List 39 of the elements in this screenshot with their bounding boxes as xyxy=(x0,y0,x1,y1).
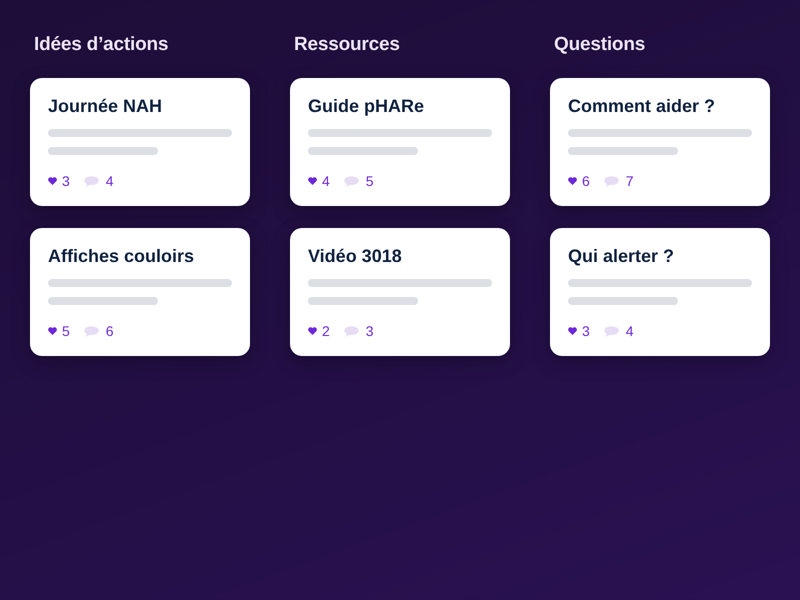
speech-bubble-icon xyxy=(604,176,619,186)
card-title: Journée NAH xyxy=(48,95,164,117)
heart-icon xyxy=(48,327,57,335)
speech-bubble-icon xyxy=(84,326,99,336)
idea-card[interactable]: Journée NAH 3 4 xyxy=(30,78,250,206)
idea-card[interactable]: Comment aider ? 6 7 xyxy=(550,78,770,206)
speech-bubble-icon xyxy=(84,176,99,186)
idea-card[interactable]: Qui alerter ? 3 4 xyxy=(550,228,770,356)
like-count: 5 xyxy=(62,323,70,339)
idea-card[interactable]: Guide pHARe 4 5 xyxy=(290,78,510,206)
like-count: 3 xyxy=(62,173,70,189)
speech-bubble-icon xyxy=(344,326,359,336)
speech-bubble-icon xyxy=(344,176,359,186)
like-count: 3 xyxy=(582,323,590,339)
comment-count: 4 xyxy=(106,173,114,189)
card-title: Affiches couloirs xyxy=(48,245,196,267)
comment-count: 5 xyxy=(366,173,374,189)
heart-icon xyxy=(308,327,317,335)
card-title: Comment aider ? xyxy=(568,95,716,117)
idea-card[interactable]: Vidéo 3018 2 3 xyxy=(290,228,510,356)
like-count: 4 xyxy=(322,173,330,189)
idea-card[interactable]: Affiches couloirs 5 6 xyxy=(30,228,250,356)
heart-icon xyxy=(568,327,577,335)
comment-count: 6 xyxy=(106,323,114,339)
heart-icon xyxy=(308,177,317,185)
heart-icon xyxy=(568,177,577,185)
like-count: 6 xyxy=(582,173,590,189)
column-heading: Ressources xyxy=(294,33,401,57)
column-heading: Questions xyxy=(554,33,646,57)
comment-count: 4 xyxy=(626,323,634,339)
card-title: Vidéo 3018 xyxy=(308,245,403,267)
column-heading: Idées d’actions xyxy=(34,33,170,57)
like-count: 2 xyxy=(322,323,330,339)
comment-count: 3 xyxy=(366,323,374,339)
comment-count: 7 xyxy=(626,173,634,189)
heart-icon xyxy=(48,177,57,185)
speech-bubble-icon xyxy=(604,326,619,336)
card-title: Qui alerter ? xyxy=(568,245,676,267)
card-title: Guide pHARe xyxy=(308,95,426,117)
